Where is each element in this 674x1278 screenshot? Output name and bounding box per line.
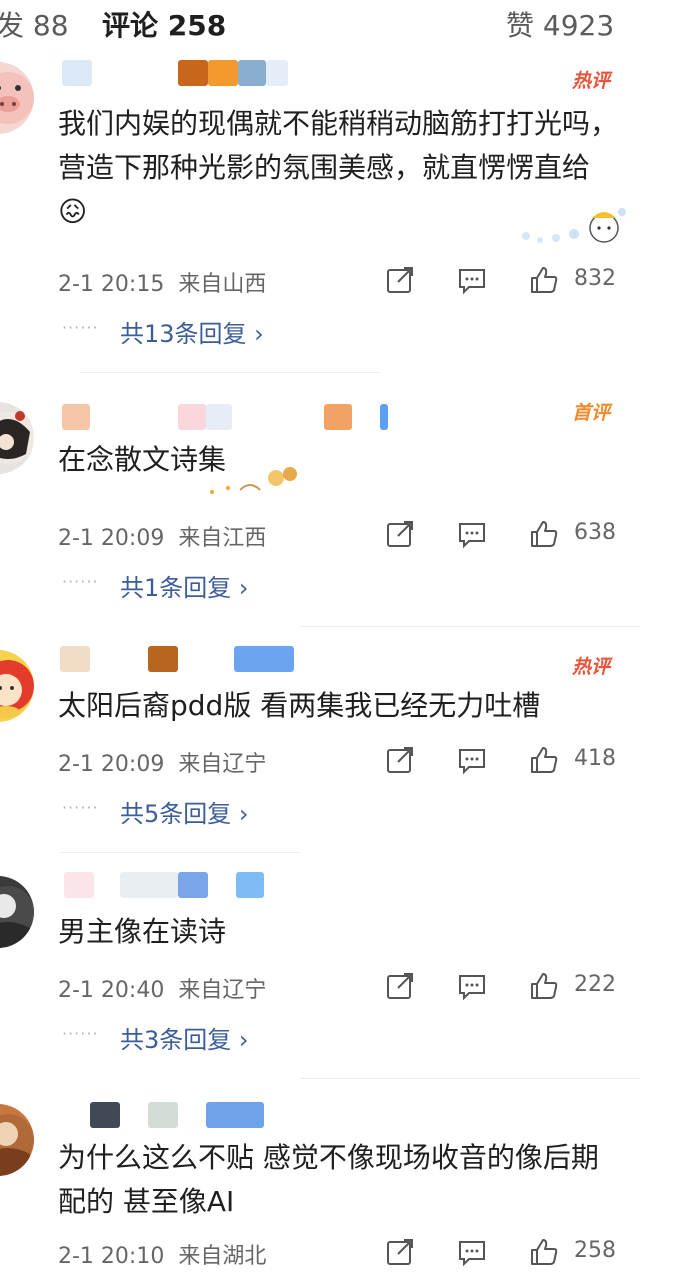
divider (300, 1078, 640, 1079)
like-count: 418 (574, 746, 616, 771)
comment-text: 为什么这么不贴 感觉不像现场收音的像后期配的 甚至像AI (58, 1141, 599, 1218)
comment-meta: 2-1 20:15 来自山西 832 (58, 264, 618, 298)
tab-likes[interactable]: 赞 4923 (506, 4, 614, 44)
thumbs-up-icon[interactable] (528, 1236, 560, 1268)
avatar[interactable] (0, 402, 34, 474)
comment-meta: 2-1 20:09 来自辽宁 418 (58, 744, 618, 778)
reply-count[interactable]: 共13条回复 › (120, 314, 264, 349)
comment-icon[interactable] (456, 518, 488, 550)
username-redacted[interactable] (58, 60, 558, 86)
comment-item: 热评 太阳后裔pdd版 看两集我已经无力吐槽 2-1 20:09 来自辽宁 41… (0, 644, 674, 844)
avatar[interactable] (0, 1104, 34, 1176)
comment-item: 为什么这么不贴 感觉不像现场收音的像后期配的 甚至像AI 2-1 20:10 来… (0, 1098, 674, 1278)
view-replies-link[interactable]: ······ 共3条回复 › (58, 1020, 458, 1054)
like-count: 258 (574, 1238, 616, 1263)
reply-count[interactable]: 共5条回复 › (120, 794, 249, 829)
tab-comments[interactable]: 评论 258 (102, 4, 226, 44)
comment-item: 男主像在读诗 2-1 20:40 来自辽宁 222 ······ 共3条回复 › (0, 870, 674, 1070)
first-comment-badge: 首评 (571, 402, 610, 424)
comment-text: 太阳后裔pdd版 看两集我已经无力吐槽 (58, 689, 541, 722)
thumbs-up-icon[interactable] (528, 744, 560, 776)
hot-comment-badge: 热评 (571, 656, 610, 678)
reply-count[interactable]: 共3条回复 › (120, 1020, 249, 1055)
divider (300, 626, 640, 627)
view-replies-link[interactable]: ······ 共1条回复 › (58, 568, 458, 602)
divider (60, 852, 300, 853)
share-icon[interactable] (384, 744, 416, 776)
comment-time-location: 2-1 20:09 来自辽宁 (58, 752, 267, 777)
thumbs-up-icon[interactable] (528, 970, 560, 1002)
like-count: 832 (574, 266, 616, 291)
comment-meta: 2-1 20:09 来自江西 638 (58, 518, 618, 552)
comment-time-location: 2-1 20:10 来自湖北 (58, 1244, 267, 1269)
comment-icon[interactable] (456, 970, 488, 1002)
thumbs-up-icon[interactable] (528, 518, 560, 550)
avatar[interactable] (0, 876, 34, 948)
comment-meta: 2-1 20:40 来自辽宁 222 (58, 970, 618, 1004)
comment-item: 热评 我们内娱的现偶就不能稍稍动脑筋打打光吗，营造下那种光影的氛围美感，就直愣愣… (0, 60, 674, 370)
like-count: 222 (574, 972, 616, 997)
avatar[interactable] (0, 650, 34, 722)
sticker-decoration (522, 208, 626, 243)
share-icon[interactable] (384, 264, 416, 296)
comment-tab-bar: 发 88 评论 258 赞 4923 (0, 0, 674, 50)
comment-time-location: 2-1 20:09 来自江西 (58, 526, 267, 551)
comment-text: 男主像在读诗 (58, 915, 227, 948)
username-redacted[interactable] (58, 1102, 558, 1128)
sticker-decoration (210, 467, 297, 494)
username-redacted[interactable] (58, 646, 558, 672)
comment-icon[interactable] (456, 264, 488, 296)
reply-count[interactable]: 共1条回复 › (120, 568, 249, 603)
divider (80, 372, 380, 373)
comment-item: 首评 在念散文诗集 2-1 20:09 来自江西 638 ······ 共1条回… (0, 398, 674, 618)
tab-reposts[interactable]: 发 88 (0, 4, 69, 44)
comment-icon[interactable] (456, 744, 488, 776)
share-icon[interactable] (384, 970, 416, 1002)
like-count: 638 (574, 520, 616, 545)
comment-text: 在念散文诗集 (58, 443, 227, 476)
comment-icon[interactable] (456, 1236, 488, 1268)
username-redacted[interactable] (58, 404, 558, 430)
view-replies-link[interactable]: ······ 共5条回复 › (58, 794, 458, 828)
share-icon[interactable] (384, 518, 416, 550)
comment-time-location: 2-1 20:15 来自山西 (58, 272, 267, 297)
view-replies-link[interactable]: ······ 共13条回复 › (58, 314, 458, 348)
username-redacted[interactable] (58, 872, 558, 898)
comment-time-location: 2-1 20:40 来自辽宁 (58, 978, 267, 1003)
share-icon[interactable] (384, 1236, 416, 1268)
thumbs-up-icon[interactable] (528, 264, 560, 296)
comment-meta: 2-1 20:10 来自湖北 258 (58, 1236, 618, 1270)
avatar[interactable] (0, 62, 34, 134)
hot-comment-badge: 热评 (571, 70, 610, 92)
